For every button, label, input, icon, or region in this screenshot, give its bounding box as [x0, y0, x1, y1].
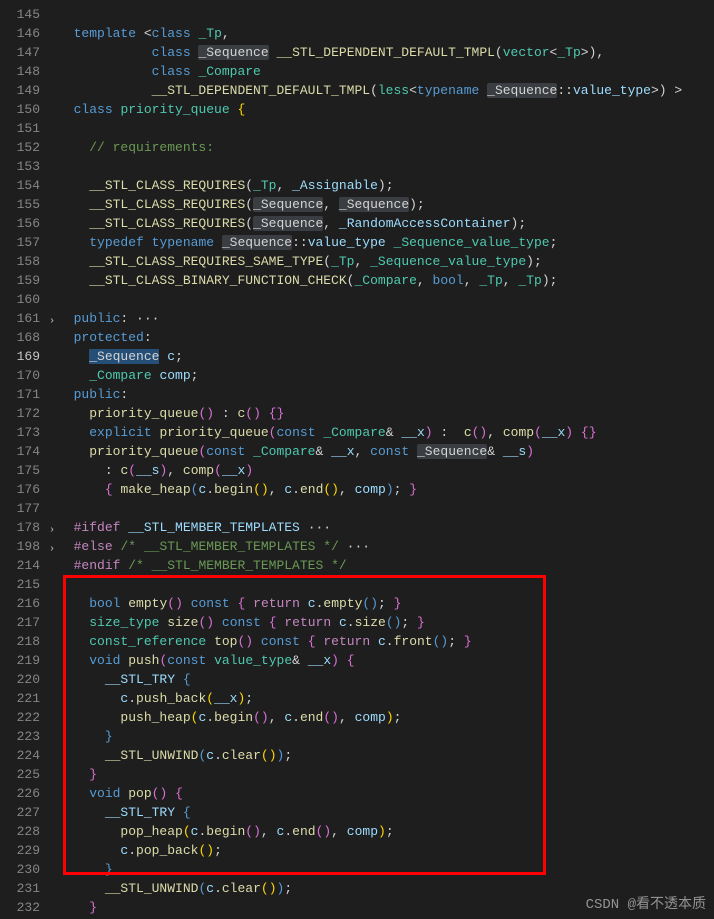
- line-number: 150: [0, 100, 58, 119]
- line-number: 222: [0, 708, 58, 727]
- code-line[interactable]: template <class _Tp,: [58, 24, 714, 43]
- code-line[interactable]: typedef typename _Sequence::value_type _…: [58, 233, 714, 252]
- line-number: 215: [0, 575, 58, 594]
- code-line[interactable]: : c(__s), comp(__x): [58, 461, 714, 480]
- code-line[interactable]: pop_heap(c.begin(), c.end(), comp);: [58, 822, 714, 841]
- code-line[interactable]: class _Compare: [58, 62, 714, 81]
- code-line[interactable]: }: [58, 765, 714, 784]
- line-number: 147: [0, 43, 58, 62]
- line-number: 175: [0, 461, 58, 480]
- code-line[interactable]: __STL_CLASS_REQUIRES(_Tp, _Assignable);: [58, 176, 714, 195]
- code-line[interactable]: #ifdef __STL_MEMBER_TEMPLATES ···: [58, 518, 714, 537]
- line-number: 145: [0, 5, 58, 24]
- code-editor[interactable]: 1451461471481491501511521531541551561571…: [0, 0, 714, 919]
- line-number: 159: [0, 271, 58, 290]
- line-number: 198›: [0, 537, 58, 556]
- line-number: 171: [0, 385, 58, 404]
- code-line[interactable]: [58, 575, 714, 594]
- line-number: 225: [0, 765, 58, 784]
- line-number: 151: [0, 119, 58, 138]
- line-number: 146: [0, 24, 58, 43]
- line-number: 169: [0, 347, 58, 366]
- line-number: 227: [0, 803, 58, 822]
- line-number: 228: [0, 822, 58, 841]
- code-line[interactable]: public:: [58, 385, 714, 404]
- code-line[interactable]: priority_queue() : c() {}: [58, 404, 714, 423]
- line-number: 224: [0, 746, 58, 765]
- code-line[interactable]: [58, 157, 714, 176]
- line-number: 152: [0, 138, 58, 157]
- code-line[interactable]: class priority_queue {: [58, 100, 714, 119]
- code-line[interactable]: const_reference top() const { return c.f…: [58, 632, 714, 651]
- line-number: 156: [0, 214, 58, 233]
- code-line[interactable]: [58, 5, 714, 24]
- code-line[interactable]: priority_queue(const _Compare& __x, cons…: [58, 442, 714, 461]
- line-number: 173: [0, 423, 58, 442]
- code-line[interactable]: __STL_CLASS_BINARY_FUNCTION_CHECK(_Compa…: [58, 271, 714, 290]
- code-line[interactable]: __STL_CLASS_REQUIRES_SAME_TYPE(_Tp, _Seq…: [58, 252, 714, 271]
- code-line[interactable]: __STL_CLASS_REQUIRES(_Sequence, _Sequenc…: [58, 195, 714, 214]
- line-number: 160: [0, 290, 58, 309]
- code-line[interactable]: void push(const value_type& __x) {: [58, 651, 714, 670]
- line-number: 174: [0, 442, 58, 461]
- line-number: 168: [0, 328, 58, 347]
- line-number: 155: [0, 195, 58, 214]
- code-line[interactable]: _Compare comp;: [58, 366, 714, 385]
- line-number: 176: [0, 480, 58, 499]
- line-number: 231: [0, 879, 58, 898]
- line-number: 161›: [0, 309, 58, 328]
- code-line[interactable]: class _Sequence __STL_DEPENDENT_DEFAULT_…: [58, 43, 714, 62]
- code-line[interactable]: // requirements:: [58, 138, 714, 157]
- code-line[interactable]: push_heap(c.begin(), c.end(), comp);: [58, 708, 714, 727]
- code-line[interactable]: c.push_back(__x);: [58, 689, 714, 708]
- line-number: 157: [0, 233, 58, 252]
- line-number: 221: [0, 689, 58, 708]
- code-line[interactable]: __STL_DEPENDENT_DEFAULT_TMPL(less<typena…: [58, 81, 714, 100]
- line-number: 218: [0, 632, 58, 651]
- code-line[interactable]: bool empty() const { return c.empty(); }: [58, 594, 714, 613]
- line-number: 148: [0, 62, 58, 81]
- code-line[interactable]: __STL_CLASS_REQUIRES(_Sequence, _RandomA…: [58, 214, 714, 233]
- line-gutter: 1451461471481491501511521531541551561571…: [0, 0, 58, 919]
- line-number: 154: [0, 176, 58, 195]
- line-number: 223: [0, 727, 58, 746]
- line-number: 214: [0, 556, 58, 575]
- line-number: 153: [0, 157, 58, 176]
- code-line[interactable]: __STL_UNWIND(c.clear());: [58, 746, 714, 765]
- code-line[interactable]: protected:: [58, 328, 714, 347]
- line-number: 149: [0, 81, 58, 100]
- code-line[interactable]: }: [58, 860, 714, 879]
- line-number: 219: [0, 651, 58, 670]
- line-number: 232: [0, 898, 58, 917]
- code-line[interactable]: public: ···: [58, 309, 714, 328]
- code-line[interactable]: _Sequence c;: [58, 347, 714, 366]
- line-number: 178›: [0, 518, 58, 537]
- line-number: 229: [0, 841, 58, 860]
- code-line[interactable]: #else /* __STL_MEMBER_TEMPLATES */ ···: [58, 537, 714, 556]
- code-line[interactable]: [58, 119, 714, 138]
- line-number: 217: [0, 613, 58, 632]
- line-number: 170: [0, 366, 58, 385]
- line-number: 216: [0, 594, 58, 613]
- code-line[interactable]: void pop() {: [58, 784, 714, 803]
- line-number: 226: [0, 784, 58, 803]
- watermark-text: CSDN @看不透本质: [586, 893, 706, 913]
- code-line[interactable]: __STL_TRY {: [58, 803, 714, 822]
- line-number: 230: [0, 860, 58, 879]
- line-number: 220: [0, 670, 58, 689]
- code-line[interactable]: #endif /* __STL_MEMBER_TEMPLATES */: [58, 556, 714, 575]
- line-number: 172: [0, 404, 58, 423]
- code-area[interactable]: template <class _Tp, class _Sequence __S…: [58, 0, 714, 919]
- code-line[interactable]: }: [58, 727, 714, 746]
- code-line[interactable]: size_type size() const { return c.size()…: [58, 613, 714, 632]
- line-number: 177: [0, 499, 58, 518]
- code-line[interactable]: explicit priority_queue(const _Compare& …: [58, 423, 714, 442]
- code-line[interactable]: c.pop_back();: [58, 841, 714, 860]
- line-number: 158: [0, 252, 58, 271]
- code-line[interactable]: [58, 499, 714, 518]
- code-line[interactable]: { make_heap(c.begin(), c.end(), comp); }: [58, 480, 714, 499]
- code-line[interactable]: __STL_TRY {: [58, 670, 714, 689]
- code-line[interactable]: [58, 290, 714, 309]
